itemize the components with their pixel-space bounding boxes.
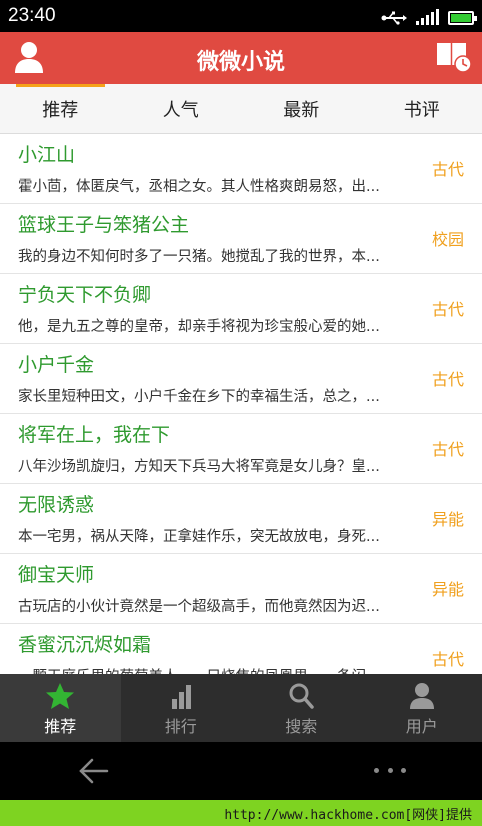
app-title: 微微小说	[196, 50, 285, 75]
book-list-item[interactable]: 御宝天师 古玩店的小伙计竟然是一个超级高手，而他竟然因为迟... 异能	[0, 554, 482, 624]
user-icon	[409, 683, 434, 709]
book-description: 我的身边不知何时多了一只猪。她搅乱了我的世界，本...	[18, 249, 380, 265]
book-genre: 古代	[431, 440, 464, 459]
book-title: 小户千金	[18, 354, 95, 376]
book-description: 一颗天庭乐里的葡萄美人，一只烧焦的凤凰男，一条闪...	[18, 665, 416, 674]
star-icon	[46, 683, 75, 709]
tab-latest[interactable]: 最新	[241, 84, 362, 133]
battery-icon	[448, 11, 477, 25]
book-genre: 古代	[431, 300, 464, 319]
book-description: 八年沙场凯旋归，方知天下兵马大将军竟是女儿身？皇...	[18, 459, 380, 475]
book-description: 霍小茴，体匿戾气，丞相之女。其人性格爽朗易怒，出...	[18, 179, 380, 195]
signal-icon	[416, 9, 439, 25]
nav-label: 用户	[405, 717, 438, 736]
book-genre: 校园	[431, 230, 464, 249]
app-header: 微微小说	[0, 32, 482, 84]
book-title: 小江山	[18, 144, 76, 166]
status-icons	[381, 7, 477, 25]
status-bar: 23:40	[0, 0, 482, 32]
book-genre: 古代	[431, 650, 464, 669]
book-list-item[interactable]: 宁负天下不负卿 他，是九五之尊的皇帝，却亲手将视为珍宝般心爱的她... 古代	[0, 274, 482, 344]
book-list: 小江山 霍小茴，体匿戾气，丞相之女。其人性格爽朗易怒，出... 古代 篮球王子与…	[0, 134, 482, 674]
book-description: 他，是九五之尊的皇帝，却亲手将视为珍宝般心爱的她...	[18, 319, 380, 335]
back-arrow-icon[interactable]	[76, 756, 110, 786]
nav-ranking[interactable]: 排行	[121, 674, 242, 742]
book-genre: 古代	[431, 160, 464, 179]
book-title: 将军在上，我在下	[18, 424, 171, 446]
book-genre: 古代	[431, 370, 464, 389]
book-list-item[interactable]: 篮球王子与笨猪公主 我的身边不知何时多了一只猪。她搅乱了我的世界，本... 校园	[0, 204, 482, 274]
tab-popular[interactable]: 人气	[121, 84, 242, 133]
book-list-item[interactable]: 小户千金 家长里短种田文，小户千金在乡下的幸福生活，总之，... 古代	[0, 344, 482, 414]
bookshelf-history-icon[interactable]	[436, 40, 472, 74]
nav-label: 推荐	[44, 717, 77, 736]
nav-search[interactable]: 搜索	[241, 674, 362, 742]
book-description: 本一宅男，祸从天降，正拿娃作乐，突无故放电，身死...	[18, 529, 380, 545]
tab-recommend[interactable]: 推荐	[0, 84, 121, 133]
search-icon	[289, 683, 314, 709]
book-list-item[interactable]: 小江山 霍小茴，体匿戾气，丞相之女。其人性格爽朗易怒，出... 古代	[0, 134, 482, 204]
book-title: 御宝天师	[18, 564, 95, 586]
nav-label: 搜索	[285, 717, 318, 736]
nav-label: 排行	[164, 717, 197, 736]
tab-reviews[interactable]: 书评	[362, 84, 482, 133]
book-description: 家长里短种田文，小户千金在乡下的幸福生活，总之，...	[18, 389, 380, 405]
book-genre: 异能	[431, 580, 464, 599]
bottom-nav: 推荐 排行 搜索 用户	[0, 674, 482, 742]
book-description: 古玩店的小伙计竟然是一个超级高手，而他竟然因为迟...	[18, 599, 380, 615]
nav-user[interactable]: 用户	[362, 674, 482, 742]
book-title: 宁负天下不负卿	[18, 284, 152, 306]
book-title: 无限诱惑	[18, 494, 95, 516]
book-genre: 异能	[431, 510, 464, 529]
category-tabs: 推荐 人气 最新 书评	[0, 84, 482, 134]
book-list-item[interactable]: 将军在上，我在下 八年沙场凯旋归，方知天下兵马大将军竟是女儿身？皇... 古代	[0, 414, 482, 484]
status-time: 23:40	[8, 5, 56, 26]
watermark-banner: http://www.hackhome.com[网侠]提供	[0, 800, 482, 826]
book-title: 篮球王子与笨猪公主	[18, 214, 190, 236]
book-title: 香蜜沉沉烬如霜	[18, 634, 152, 656]
book-list-item[interactable]: 无限诱惑 本一宅男，祸从天降，正拿娃作乐，突无故放电，身死... 异能	[0, 484, 482, 554]
more-options-icon[interactable]	[374, 766, 406, 776]
book-list-item[interactable]: 香蜜沉沉烬如霜 一颗天庭乐里的葡萄美人，一只烧焦的凤凰男，一条闪... 古代	[0, 624, 482, 674]
system-nav-bar	[0, 742, 482, 800]
nav-recommend[interactable]: 推荐	[0, 674, 121, 742]
bar-chart-icon	[171, 685, 191, 709]
usb-icon	[381, 11, 407, 25]
